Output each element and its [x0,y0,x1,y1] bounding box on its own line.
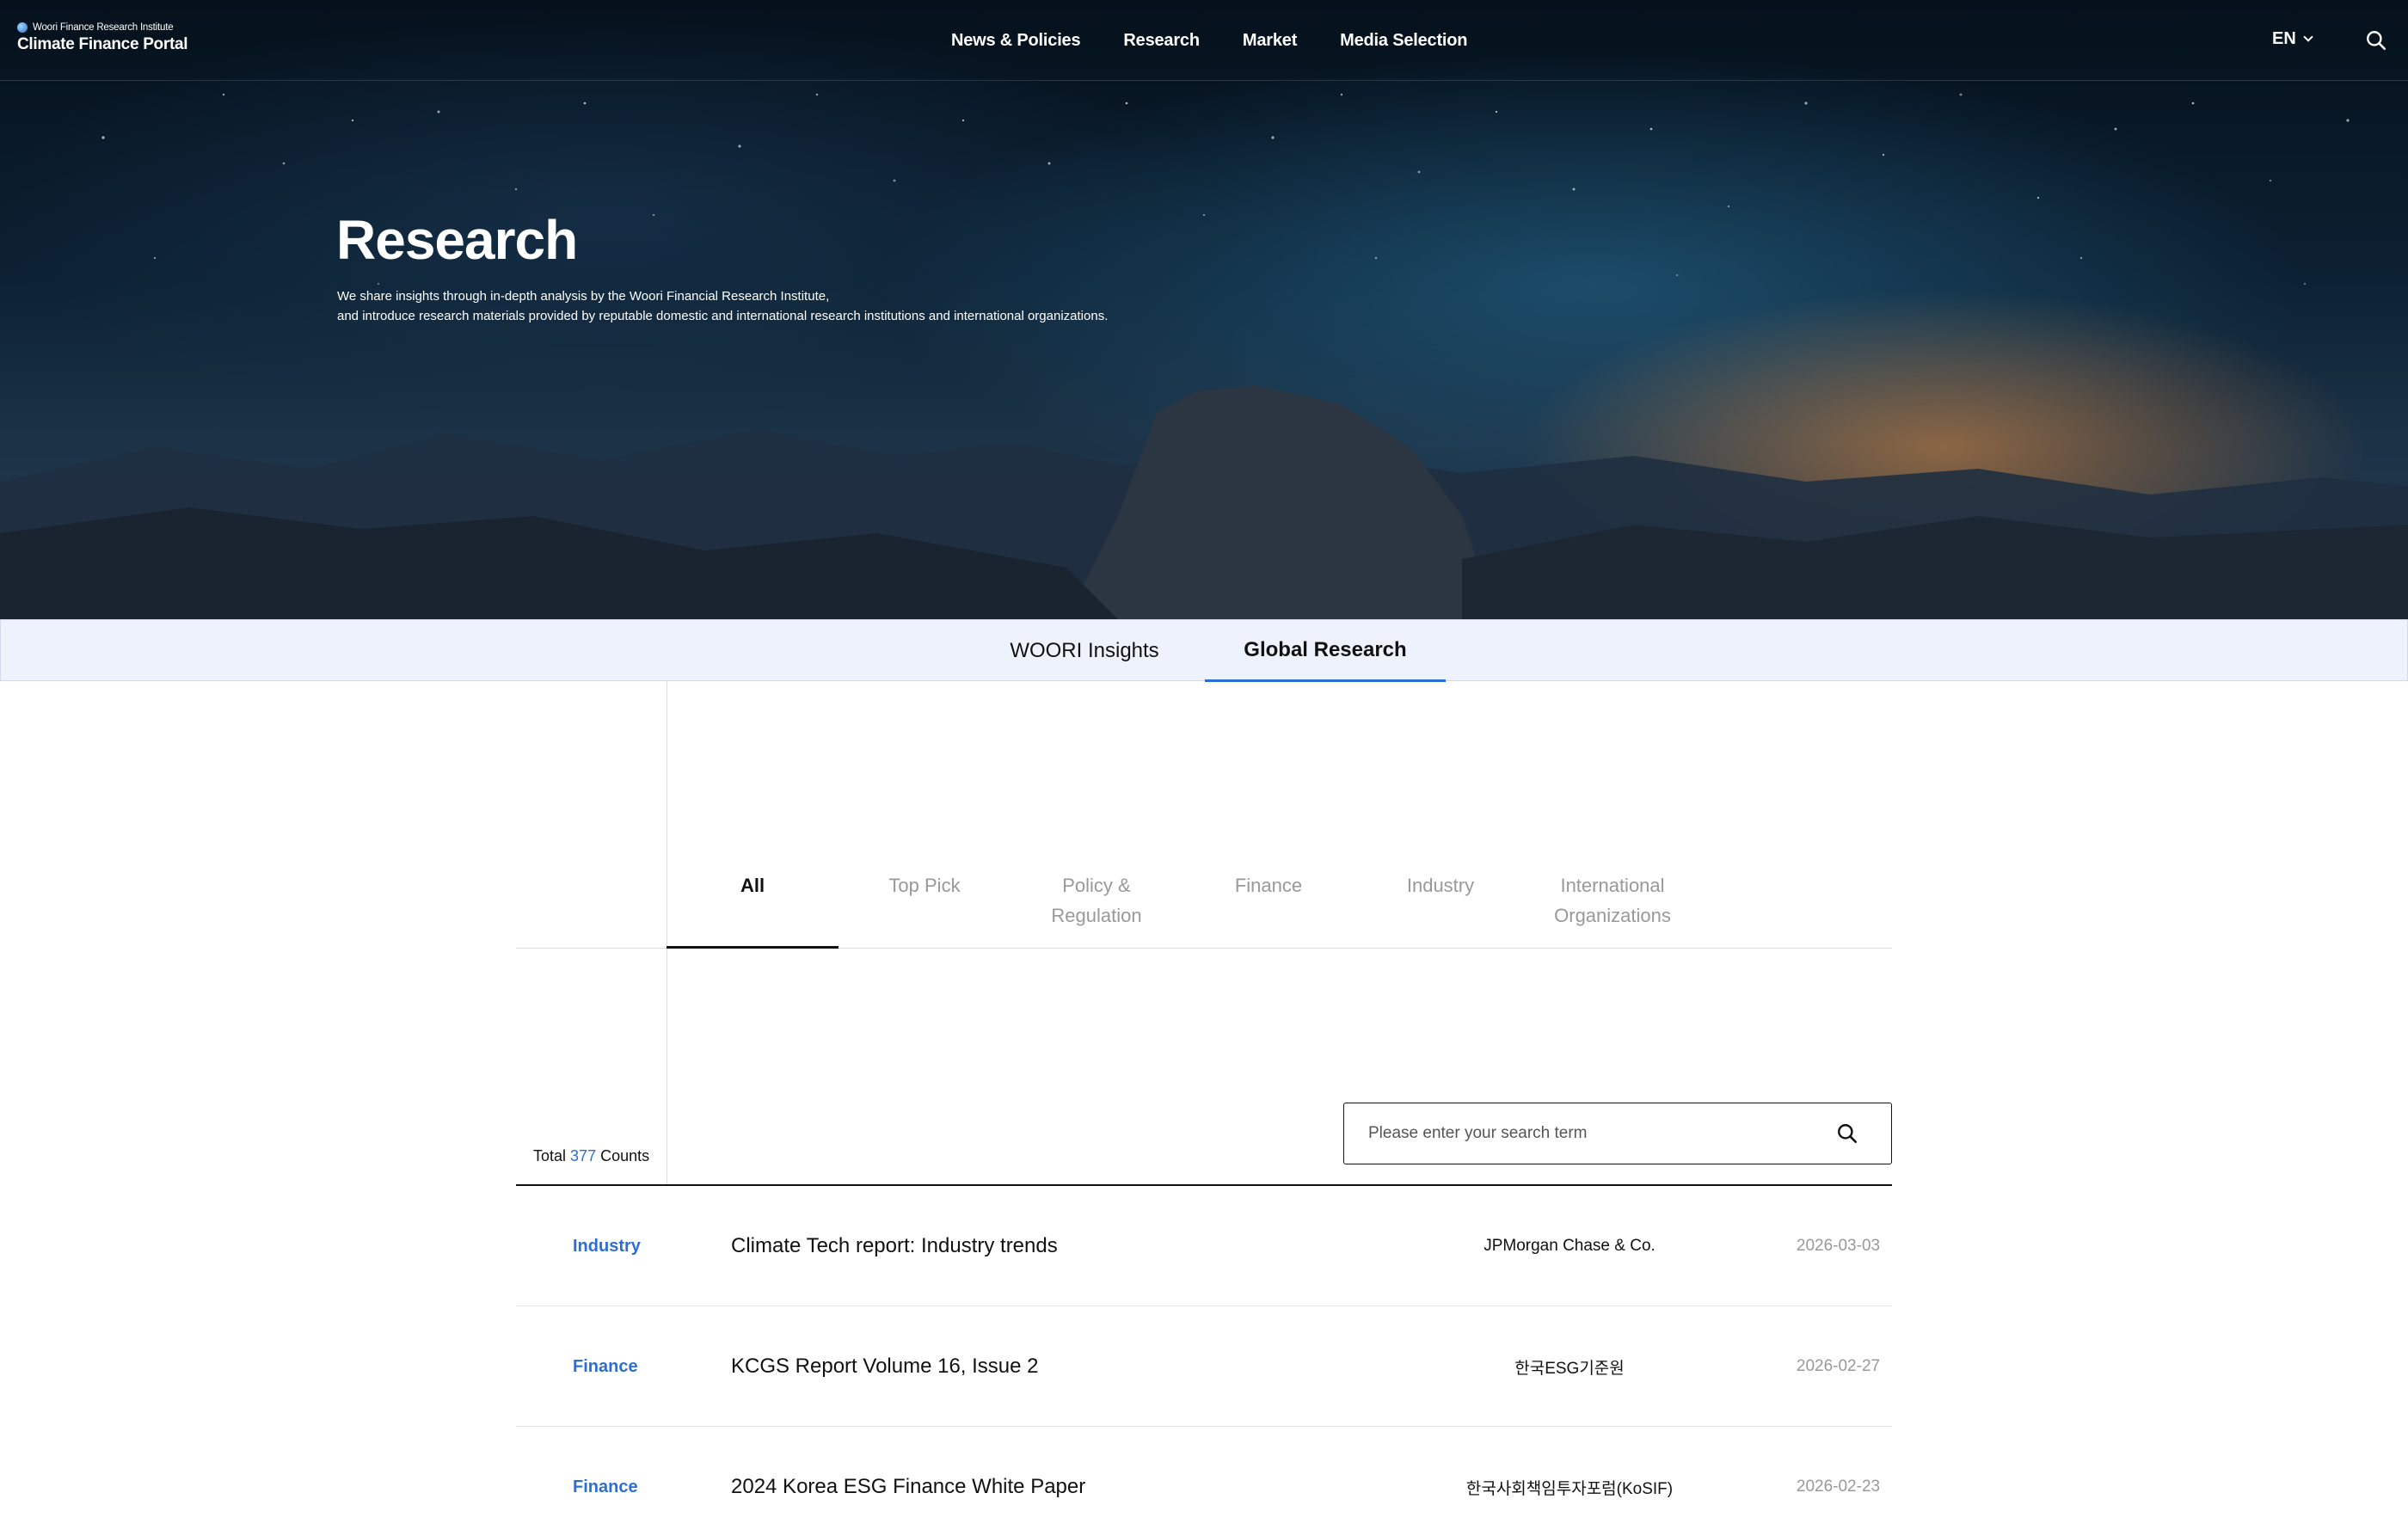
item-date: 2026-02-27 [1796,1357,1881,1375]
main-nav: News & Policies Research Market Media Se… [951,0,1468,81]
active-tab-indicator [666,946,838,949]
site-logo[interactable]: Woori Finance Research Institute Climate… [17,22,188,54]
section-tab-bar: WOORI Insights Global Research [0,619,2408,682]
nav-item-market[interactable]: Market [1243,31,1297,51]
list-item[interactable]: Finance 2024 Korea ESG Finance White Pap… [516,1427,1892,1536]
divider [666,681,667,1184]
hero-description-line: We share insights through in-depth analy… [337,289,830,304]
item-source: JPMorgan Chase & Co. [1484,1237,1656,1255]
total-count: Total 377 Counts [533,1147,649,1165]
item-source: 한국ESG기준원 [1514,1359,1625,1378]
category-tab-top-pick[interactable]: Top Pick [838,870,1010,900]
item-category[interactable]: Finance [573,1306,638,1427]
logo-org: Woori Finance Research Institute [33,22,174,33]
hero-description: We share insights through in-depth analy… [337,286,1108,326]
hero-description-line: and introduce research materials provide… [337,309,1109,323]
logo-name: Climate Finance Portal [17,35,188,53]
list-item[interactable]: Finance KCGS Report Volume 16, Issue 2 한… [516,1306,1892,1427]
category-tab-all[interactable]: All [666,870,838,900]
nav-item-media-selection[interactable]: Media Selection [1340,31,1467,51]
logo-globe-icon [17,22,28,33]
item-source: 한국사회책임투자포럼(KoSIF) [1465,1479,1674,1498]
top-header: Woori Finance Research Institute Climate… [0,0,2408,81]
list-item[interactable]: Industry Climate Tech report: Industry t… [516,1186,1892,1306]
search-icon[interactable] [1836,1122,1858,1145]
item-title[interactable]: Climate Tech report: Industry trends [731,1186,1058,1306]
category-tab-policy-regulation[interactable]: Policy & Regulation [1010,870,1182,931]
search-input[interactable] [1368,1103,1815,1164]
total-number: 377 [570,1147,597,1164]
tab-woori-insights[interactable]: WOORI Insights [969,620,1200,682]
item-date: 2026-03-03 [1796,1237,1881,1255]
nav-item-news-policies[interactable]: News & Policies [951,31,1081,51]
chevron-down-icon [2303,32,2313,42]
category-tab-industry[interactable]: Industry [1354,870,1526,900]
tab-global-research[interactable]: Global Research [1205,620,1446,682]
item-category[interactable]: Industry [573,1186,641,1306]
item-title[interactable]: KCGS Report Volume 16, Issue 2 [731,1306,1039,1427]
language-selector[interactable]: EN [2272,29,2313,49]
search-icon[interactable] [2365,29,2387,52]
language-label: EN [2272,29,2296,48]
category-tab-international-organizations[interactable]: International Organizations [1526,870,1698,931]
page-title: Research [336,209,578,271]
search-box [1343,1103,1892,1164]
item-title[interactable]: 2024 Korea ESG Finance White Paper [731,1427,1085,1536]
category-tab-finance[interactable]: Finance [1182,870,1354,900]
nav-item-research[interactable]: Research [1123,31,1200,51]
item-date: 2026-02-23 [1796,1478,1881,1496]
item-category[interactable]: Finance [573,1427,638,1536]
total-suffix: Counts [600,1147,650,1164]
total-prefix: Total [533,1147,567,1164]
